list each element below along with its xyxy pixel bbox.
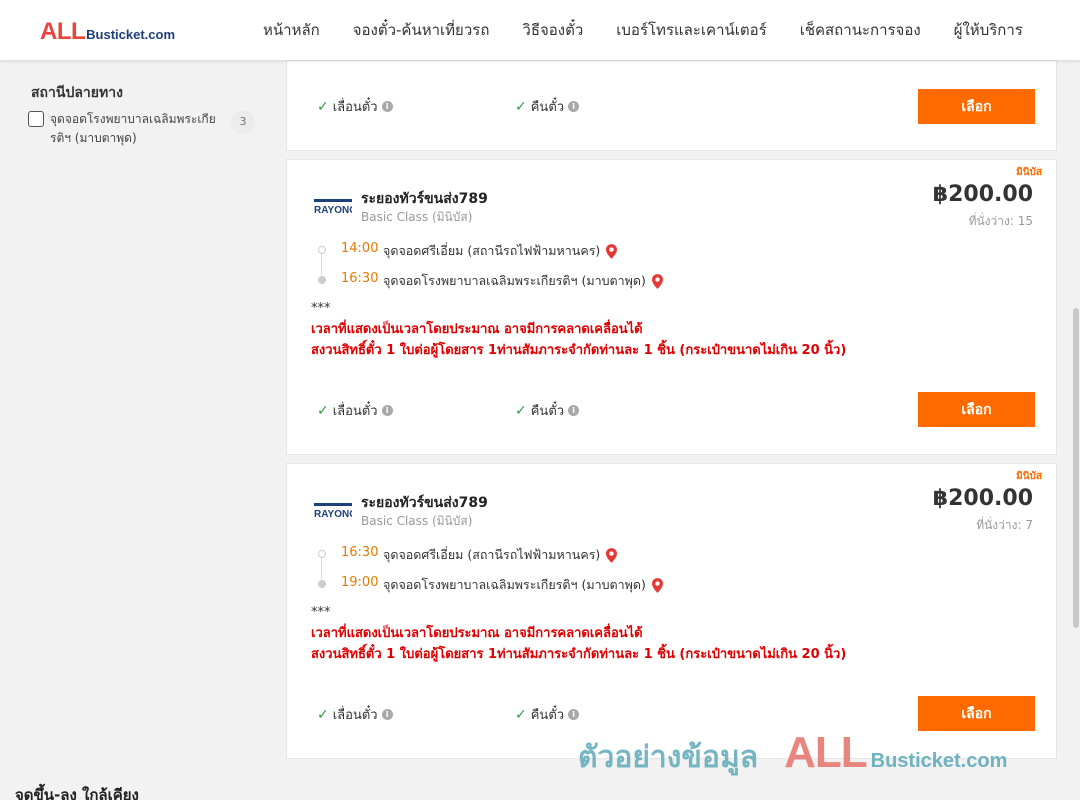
arrival-time: 16:30 [341, 271, 379, 286]
trip-card-partial: ✓ เลื่อนตั๋ว i ✓ คืนตั๋ว i เลือก [286, 60, 1057, 151]
info-icon[interactable]: i [568, 709, 580, 720]
departure-dot [318, 246, 326, 254]
trip-card: มินิบัส RAYONG ระยองทัวร์ขนส่ง789 Basic … [286, 463, 1057, 759]
departure-time: 14:00 [341, 241, 379, 256]
operator-name: ระยองทัวร์ขนส่ง789 [361, 495, 488, 511]
baggage-policy: สงวนสิทธิ์ตั๋ว 1 ใบต่อผู้โดยสาร 1ท่านสัม… [311, 343, 847, 358]
check-icon: ✓ [317, 98, 329, 115]
destination-filter-count: 3 [231, 110, 255, 134]
operator-logo: RAYONG [314, 199, 352, 215]
minibus-badge: มินิบัส [1016, 167, 1042, 178]
arrival-time: 19:00 [341, 575, 379, 590]
trip-notes: *** เวลาที่แสดงเป็นเวลาโดยประมาณ อาจมีกา… [311, 602, 846, 665]
select-trip-button[interactable]: เลือก [918, 696, 1035, 731]
watermark-text: ตัวอย่างข้อมูล [578, 740, 759, 775]
map-pin-icon[interactable] [606, 243, 618, 259]
check-icon: ✓ [515, 706, 527, 723]
nav-how-to-book[interactable]: วิธีจองตั๋ว [522, 18, 583, 42]
refund-feature: ✓ คืนตั๋ว i [515, 400, 580, 421]
nav-contact-counters[interactable]: เบอร์โทรและเคาน์เตอร์ [616, 18, 766, 42]
reschedule-feature: ✓ เลื่อนตั๋ว i [317, 704, 393, 725]
site-logo[interactable]: ALL Busticket.com [40, 18, 175, 46]
departure-stop: จุดจอดศรีเอี่ยม (สถานีรถไฟฟ้ามหานคร) [383, 241, 618, 261]
main-nav: หน้าหลัก จองตั๋ว-ค้นหาเที่ยวรถ วิธีจองตั… [263, 0, 1056, 60]
reschedule-label: เลื่อนตั๋ว [332, 100, 378, 115]
reschedule-feature: ✓ เลื่อนตั๋ว i [317, 400, 393, 421]
nav-book-search[interactable]: จองตั๋ว-ค้นหาเที่ยวรถ [353, 18, 490, 42]
arrival-dot [318, 580, 326, 588]
route-line [321, 555, 322, 583]
trip-card: มินิบัส RAYONG ระยองทัวร์ขนส่ง789 Basic … [286, 159, 1057, 455]
departure-stop: จุดจอดศรีเอี่ยม (สถานีรถไฟฟ้ามหานคร) [383, 545, 618, 565]
route-line [321, 251, 322, 279]
operator-logo: RAYONG [314, 503, 352, 519]
arrival-stop: จุดจอดโรงพยาบาลเฉลิมพระเกียรติฯ (มาบตาพุ… [383, 575, 663, 595]
map-pin-icon[interactable] [651, 273, 663, 289]
info-icon[interactable]: i [381, 405, 393, 416]
baggage-policy: สงวนสิทธิ์ตั๋ว 1 ใบต่อผู้โดยสาร 1ท่านสัม… [311, 647, 847, 662]
reschedule-label: เลื่อนตั๋ว [332, 404, 378, 419]
info-icon[interactable]: i [381, 101, 393, 112]
logo-busticket: Busticket.com [86, 27, 176, 42]
check-icon: ✓ [515, 98, 527, 115]
info-icon[interactable]: i [381, 709, 393, 720]
reschedule-feature: ✓ เลื่อนตั๋ว i [317, 96, 393, 117]
departure-stop-name: จุดจอดศรีเอี่ยม (สถานีรถไฟฟ้ามหานคร) [383, 547, 601, 562]
refund-feature: ✓ คืนตั๋ว i [515, 96, 580, 117]
time-disclaimer: เวลาที่แสดงเป็นเวลาโดยประมาณ อาจมีการคลา… [311, 322, 643, 337]
page-scrollbar[interactable] [1072, 60, 1080, 800]
arrival-dot [318, 276, 326, 284]
refund-label: คืนตั๋ว [530, 708, 565, 723]
destination-filter-title: สถานีปลายทาง [31, 85, 123, 101]
ticket-price: ฿200.00 [932, 182, 1033, 207]
refund-label: คืนตั๋ว [530, 100, 565, 115]
ticket-price: ฿200.00 [932, 486, 1033, 511]
check-icon: ✓ [317, 402, 329, 419]
destination-filter-label[interactable]: จุดจอดโรงพยาบาลเฉลิมพระเกียรติฯ (มาบตาพุ… [50, 110, 225, 148]
reschedule-label: เลื่อนตั๋ว [332, 708, 378, 723]
map-pin-icon[interactable] [606, 547, 618, 563]
watermark-brand-all: ALL [784, 728, 868, 777]
refund-feature: ✓ คืนตั๋ว i [515, 704, 580, 725]
operator-logo-text: RAYONG [314, 205, 352, 215]
watermark-brand-busticket: Busticket.com [870, 750, 1008, 772]
logo-all: ALL [40, 18, 86, 45]
arrival-stop-name: จุดจอดโรงพยาบาลเฉลิมพระเกียรติฯ (มาบตาพุ… [383, 273, 646, 288]
info-icon[interactable]: i [568, 101, 580, 112]
select-trip-button[interactable]: เลือก [918, 89, 1035, 124]
minibus-badge: มินิบัส [1016, 471, 1042, 482]
departure-stop-name: จุดจอดศรีเอี่ยม (สถานีรถไฟฟ้ามหานคร) [383, 243, 601, 258]
nav-booking-status[interactable]: เช็คสถานะการจอง [800, 18, 921, 42]
operator-name: ระยองทัวร์ขนส่ง789 [361, 191, 488, 207]
info-icon[interactable]: i [568, 405, 580, 416]
departure-dot [318, 550, 326, 558]
bus-class: Basic Class (มินิบัส) [361, 210, 473, 224]
seats-available: ที่นั่งว่าง: 15 [968, 214, 1033, 228]
arrival-stop-name: จุดจอดโรงพยาบาลเฉลิมพระเกียรติฯ (มาบตาพุ… [383, 577, 646, 592]
check-icon: ✓ [317, 706, 329, 723]
map-pin-icon[interactable] [651, 577, 663, 593]
destination-filter-checkbox[interactable] [28, 111, 44, 127]
nav-operators[interactable]: ผู้ให้บริการ [954, 18, 1023, 42]
bus-class: Basic Class (มินิบัส) [361, 514, 473, 528]
seats-available: ที่นั่งว่าง: 7 [976, 518, 1033, 532]
nearby-stops-title: จุดขึ้น-ลง ใกล้เคียง [15, 786, 139, 800]
nav-home[interactable]: หน้าหลัก [263, 18, 320, 42]
notes-marker: *** [311, 605, 331, 620]
check-icon: ✓ [515, 402, 527, 419]
refund-label: คืนตั๋ว [530, 404, 565, 419]
notes-marker: *** [311, 301, 331, 316]
select-trip-button[interactable]: เลือก [918, 392, 1035, 427]
departure-time: 16:30 [341, 545, 379, 560]
time-disclaimer: เวลาที่แสดงเป็นเวลาโดยประมาณ อาจมีการคลา… [311, 626, 643, 641]
operator-logo-text: RAYONG [314, 509, 352, 519]
sample-data-watermark: ตัวอย่างข้อมูล ALL Busticket.com [578, 728, 1007, 781]
arrival-stop: จุดจอดโรงพยาบาลเฉลิมพระเกียรติฯ (มาบตาพุ… [383, 271, 663, 291]
trip-notes: *** เวลาที่แสดงเป็นเวลาโดยประมาณ อาจมีกา… [311, 298, 846, 361]
site-header: ALL Busticket.com หน้าหลัก จองตั๋ว-ค้นหา… [0, 0, 1080, 60]
scrollbar-thumb[interactable] [1073, 308, 1079, 628]
